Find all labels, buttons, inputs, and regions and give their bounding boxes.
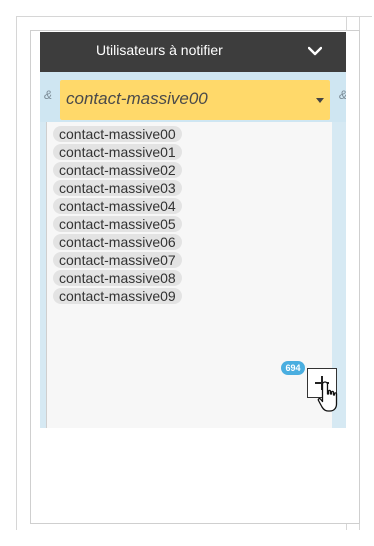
- contact-chip[interactable]: contact-massive08: [53, 270, 182, 286]
- contact-chip[interactable]: contact-massive00: [53, 126, 182, 142]
- contact-select-value: contact-massive00: [66, 89, 208, 108]
- contact-chip[interactable]: contact-massive09: [53, 288, 182, 304]
- amp-right: &: [339, 88, 346, 102]
- contact-chip[interactable]: contact-massive01: [53, 144, 182, 160]
- contact-chips: contact-massive00 contact-massive01 contac…: [53, 126, 182, 306]
- caret-down-icon: [316, 98, 324, 103]
- chevron-down-icon[interactable]: [304, 40, 326, 62]
- hand-cursor-icon: [317, 381, 338, 412]
- contact-select[interactable]: contact-massive00: [60, 80, 330, 120]
- contact-chip[interactable]: contact-massive04: [53, 198, 182, 214]
- contact-chip[interactable]: contact-massive06: [53, 234, 182, 250]
- more-count-badge: 694: [281, 361, 305, 375]
- contact-list: contact-massive00 contact-massive01 contac…: [46, 122, 333, 428]
- contact-chip[interactable]: contact-massive02: [53, 162, 182, 178]
- widget-header[interactable]: Utilisateurs à notifier: [40, 32, 346, 72]
- widget-title: Utilisateurs à notifier: [96, 42, 223, 58]
- contact-chip[interactable]: contact-massive05: [53, 216, 182, 232]
- contact-chip[interactable]: contact-massive07: [53, 252, 182, 268]
- bottom-divider: [30, 523, 360, 524]
- amp-left: &: [44, 88, 53, 102]
- contact-chip[interactable]: contact-massive03: [53, 180, 182, 196]
